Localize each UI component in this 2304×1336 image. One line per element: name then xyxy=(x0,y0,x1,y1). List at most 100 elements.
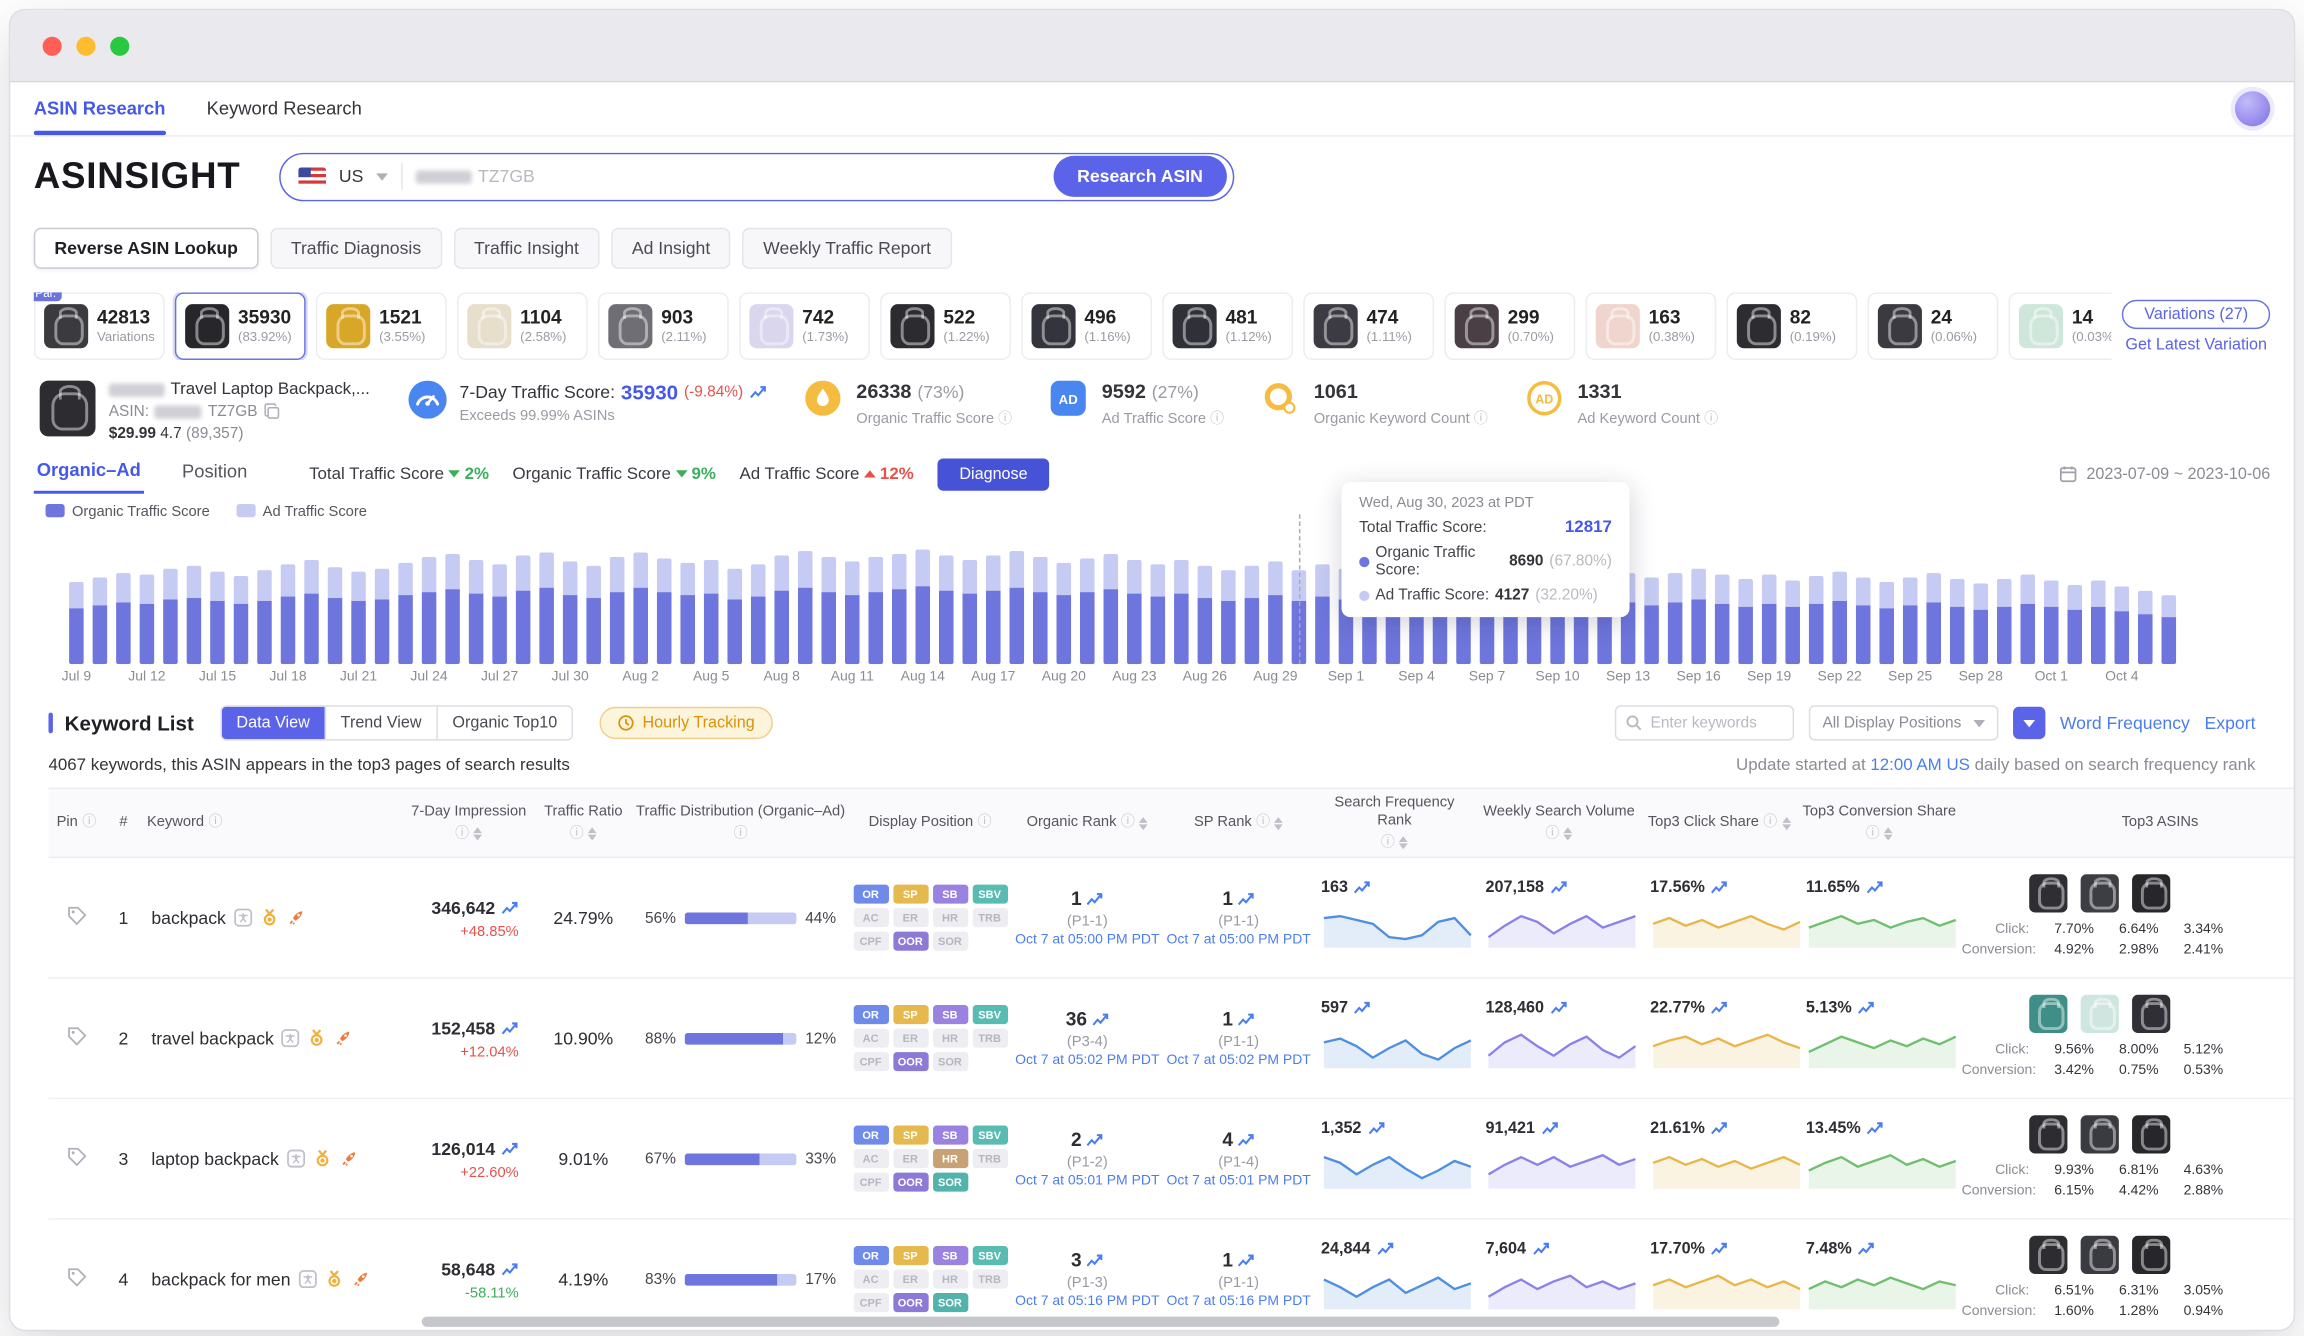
hourly-tracking-button[interactable]: Hourly Tracking xyxy=(600,707,773,739)
chart-bar[interactable] xyxy=(2020,575,2035,665)
research-asin-button[interactable]: Research ASIN xyxy=(1054,156,1227,197)
chart-bar[interactable] xyxy=(1715,575,1730,665)
position-badge-hr[interactable]: HR xyxy=(932,1029,967,1048)
sort-icon[interactable] xyxy=(1399,836,1408,849)
chart-bar[interactable] xyxy=(116,573,131,664)
trend-icon[interactable] xyxy=(1711,1121,1729,1136)
chart-bar[interactable] xyxy=(210,572,225,665)
info-icon[interactable]: ⓘ xyxy=(570,826,584,843)
position-badge-or[interactable]: OR xyxy=(853,1247,888,1266)
position-badge-sor[interactable]: SOR xyxy=(932,1053,967,1072)
chart-bar[interactable] xyxy=(1104,554,1119,664)
position-badge-sor[interactable]: SOR xyxy=(932,1294,967,1313)
horizontal-scrollbar[interactable] xyxy=(422,1317,1780,1327)
trend-icon[interactable] xyxy=(1354,880,1372,895)
chart-bar[interactable] xyxy=(1762,575,1777,665)
chart-bar[interactable] xyxy=(1080,558,1095,664)
trend-icon[interactable] xyxy=(1086,1253,1104,1268)
chart-bar[interactable] xyxy=(93,577,108,664)
variation-card[interactable]: 1521(3.55%) xyxy=(316,292,447,360)
trend-icon[interactable] xyxy=(1237,1253,1255,1268)
date-range-picker[interactable]: 2023-07-09 ~ 2023-10-06 xyxy=(2058,464,2270,483)
sort-icon[interactable] xyxy=(1782,817,1791,830)
pin-tag-icon[interactable] xyxy=(65,1025,87,1047)
info-icon[interactable]: ⓘ xyxy=(1210,411,1224,427)
chart-bar[interactable] xyxy=(398,563,413,664)
chart-bar[interactable] xyxy=(727,569,742,665)
chart-bar[interactable] xyxy=(962,560,977,664)
chart-bar[interactable] xyxy=(2138,591,2153,664)
chart-bar[interactable] xyxy=(2067,585,2082,664)
pin-tag-icon[interactable] xyxy=(65,1266,87,1288)
chart-bar[interactable] xyxy=(868,557,883,664)
chart-bar[interactable] xyxy=(1644,577,1659,664)
chart-bar[interactable] xyxy=(915,550,930,665)
position-badge-sb[interactable]: SB xyxy=(932,1126,967,1145)
info-icon[interactable]: ⓘ xyxy=(1474,411,1488,427)
column-header-organic-rank[interactable]: Organic Rankⓘ xyxy=(1009,808,1165,837)
chart-bar[interactable] xyxy=(1151,564,1166,664)
asin-thumbnail[interactable] xyxy=(2132,1235,2170,1273)
asin-thumbnail[interactable] xyxy=(2081,1235,2119,1273)
rank-timestamp[interactable]: Oct 7 at 05:02 PM PDT xyxy=(1165,1052,1312,1071)
chart-bar[interactable] xyxy=(1997,579,2012,664)
info-icon[interactable]: ⓘ xyxy=(978,815,992,832)
chart-bar[interactable] xyxy=(2161,595,2176,664)
column-header-7-day-impression[interactable]: 7-Day Impressionⓘ xyxy=(401,798,536,849)
trend-icon[interactable] xyxy=(1086,1132,1104,1147)
chart-bar[interactable] xyxy=(1691,569,1706,665)
minimize-window-button[interactable] xyxy=(76,36,95,55)
trend-icon[interactable] xyxy=(1237,1132,1255,1147)
variation-card[interactable]: 522(1.22%) xyxy=(880,292,1011,360)
info-icon[interactable]: ⓘ xyxy=(1866,826,1880,843)
pin-tag-icon[interactable] xyxy=(65,1146,87,1168)
info-icon[interactable]: ⓘ xyxy=(1545,826,1559,843)
chart-bar[interactable] xyxy=(1668,573,1683,664)
trend-icon[interactable] xyxy=(1711,1241,1729,1256)
rank-timestamp[interactable]: Oct 7 at 05:16 PM PDT xyxy=(1165,1293,1312,1312)
column-header-traffic-ratio[interactable]: Traffic Ratioⓘ xyxy=(536,798,630,849)
variation-card[interactable]: 163(0.38%) xyxy=(1585,292,1716,360)
chart-bar[interactable] xyxy=(633,552,648,664)
sort-icon[interactable] xyxy=(588,828,597,841)
tab-weekly-traffic-report[interactable]: Weekly Traffic Report xyxy=(743,228,952,269)
variation-card[interactable]: 24(0.06%) xyxy=(1868,292,1999,360)
trend-icon[interactable] xyxy=(501,1263,519,1278)
chart-bar[interactable] xyxy=(1785,580,1800,664)
column-header-top3-conversion-share[interactable]: Top3 Conversion Shareⓘ xyxy=(1797,798,1962,849)
chart-bar[interactable] xyxy=(1245,566,1260,664)
chart-bar[interactable] xyxy=(798,551,813,664)
chart-bar[interactable] xyxy=(586,566,601,664)
variations-button[interactable]: Variations (27) xyxy=(2122,299,2270,328)
chart-bar[interactable] xyxy=(1127,560,1142,664)
trend-icon[interactable] xyxy=(1711,880,1729,895)
chart-bar[interactable] xyxy=(2091,580,2106,664)
rank-timestamp[interactable]: Oct 7 at 05:00 PM PDT xyxy=(1009,932,1165,951)
chart-bar[interactable] xyxy=(1315,564,1330,664)
export-link[interactable]: Export xyxy=(2205,713,2256,734)
position-badge-cpf[interactable]: CPF xyxy=(853,1053,888,1072)
keyword-search-input[interactable] xyxy=(1651,714,1785,732)
position-badge-ac[interactable]: AC xyxy=(853,909,888,928)
chevron-down-icon[interactable] xyxy=(377,173,389,180)
sort-icon[interactable] xyxy=(1564,828,1573,841)
chart-bar[interactable] xyxy=(1950,579,1965,664)
chart-bar[interactable] xyxy=(610,557,625,664)
position-badge-sb[interactable]: SB xyxy=(932,885,967,904)
info-icon[interactable]: ⓘ xyxy=(82,815,96,832)
position-badge-sp[interactable]: SP xyxy=(893,1247,928,1266)
tab-traffic-diagnosis[interactable]: Traffic Diagnosis xyxy=(270,228,441,269)
display-positions-dropdown[interactable]: All Display Positions xyxy=(1809,705,1998,740)
position-badge-cpf[interactable]: CPF xyxy=(853,932,888,951)
info-icon[interactable]: ⓘ xyxy=(998,411,1012,427)
position-badge-er[interactable]: ER xyxy=(893,1150,928,1169)
position-badge-er[interactable]: ER xyxy=(893,909,928,928)
chart-bar[interactable] xyxy=(657,558,672,664)
chart-bar[interactable] xyxy=(1903,577,1918,664)
position-badge-er[interactable]: ER xyxy=(893,1270,928,1289)
trend-icon[interactable] xyxy=(1237,1012,1255,1027)
trend-icon[interactable] xyxy=(1354,1000,1372,1015)
chart-bar[interactable] xyxy=(328,567,343,664)
variation-card[interactable]: 35930(83.92%) xyxy=(175,292,306,360)
expand-filters-button[interactable] xyxy=(2013,707,2045,739)
